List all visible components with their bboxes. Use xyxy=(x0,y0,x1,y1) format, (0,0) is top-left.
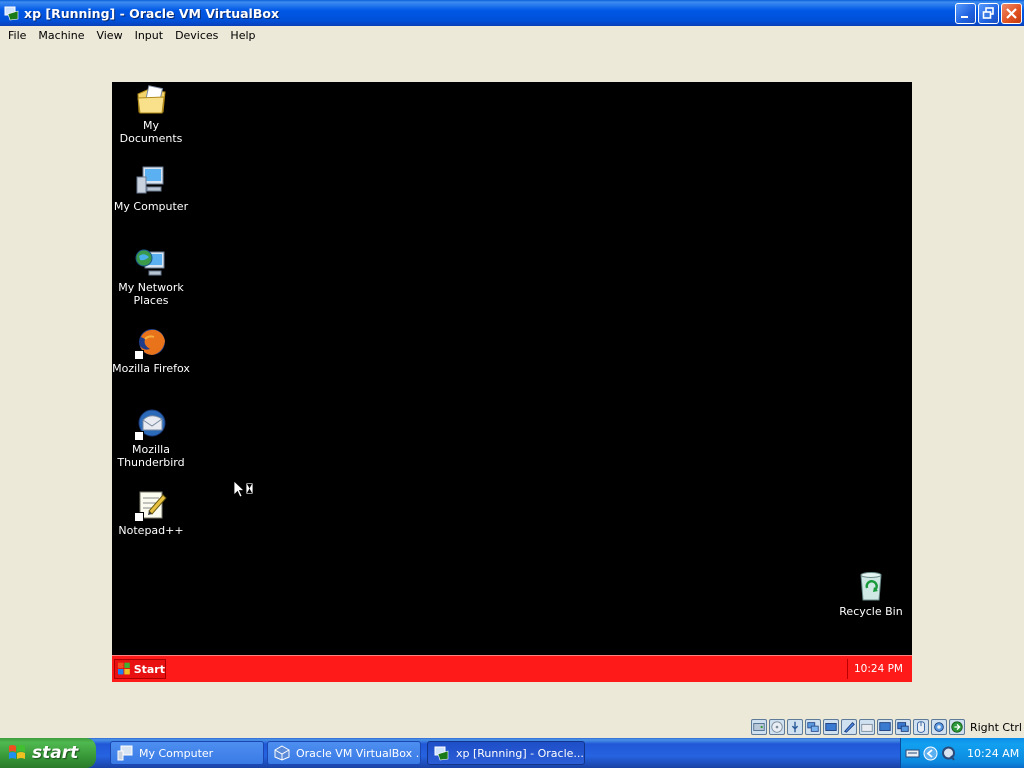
taskbar-button-virtualbox[interactable]: Oracle VM VirtualBox ... xyxy=(267,741,421,765)
guest-taskbar: Start 10:24 PM xyxy=(112,655,912,682)
taskbar-button-label: xp [Running] - Oracle... xyxy=(456,746,584,760)
taskbar-button-my-computer[interactable]: My Computer xyxy=(110,741,264,765)
minimize-button[interactable] xyxy=(955,3,976,24)
shortcut-arrow-icon xyxy=(134,350,144,360)
close-icon xyxy=(1006,8,1017,19)
window-titlebar[interactable]: xp [Running] - Oracle VM VirtualBox xyxy=(0,0,1024,26)
desktop-icon-my-network-places[interactable]: My Network Places xyxy=(112,246,190,307)
menu-bar: File Machine View Input Devices Help xyxy=(0,26,1024,46)
taskbar-button-label: Oracle VM VirtualBox ... xyxy=(296,746,421,760)
mouse-integration-icon[interactable] xyxy=(912,719,929,735)
guest-clock: 10:24 PM xyxy=(847,659,909,679)
windows-logo-icon xyxy=(118,662,130,675)
my-network-places-icon xyxy=(135,249,165,276)
desktop-icon-my-documents[interactable]: My Documents xyxy=(112,84,190,145)
hard-disk-icon[interactable] xyxy=(750,719,767,735)
windows-logo-icon xyxy=(9,745,25,759)
desktop-icon-recycle-bin[interactable]: Recycle Bin xyxy=(832,570,910,618)
recycle-bin-icon xyxy=(860,572,882,601)
virtualbox-vm-icon xyxy=(4,6,19,21)
display-icon[interactable] xyxy=(876,719,893,735)
minimize-icon xyxy=(961,16,968,18)
host-start-button[interactable]: start xyxy=(0,738,96,768)
guest-display[interactable]: My Documents My Computer My Network Plac… xyxy=(112,82,912,682)
vbox-status-bar: Right Ctrl xyxy=(750,716,1024,738)
desktop-icon-label: My Network Places xyxy=(118,281,184,307)
system-tray: 10:24 AM xyxy=(900,738,1024,768)
desktop-icon-notepad-plus-plus[interactable]: Notepad++ xyxy=(112,489,190,537)
host-taskbar: start My Computer Oracle VM VirtualBox .… xyxy=(0,738,1024,768)
desktop-icon-label: Mozilla Firefox xyxy=(112,362,190,375)
my-computer-icon xyxy=(117,745,133,761)
network-icon[interactable] xyxy=(822,719,839,735)
my-computer-icon xyxy=(136,166,164,194)
back-arrow-icon[interactable] xyxy=(923,746,938,761)
shared-folders-icon[interactable] xyxy=(804,719,821,735)
pencil-icon[interactable] xyxy=(840,719,857,735)
menu-file[interactable]: File xyxy=(2,26,32,46)
usb-icon[interactable] xyxy=(786,719,803,735)
virtualbox-icon xyxy=(274,745,290,761)
my-documents-icon xyxy=(137,85,166,114)
menu-input[interactable]: Input xyxy=(129,26,169,46)
desktop-icon-my-computer[interactable]: My Computer xyxy=(112,165,190,213)
busy-cursor-icon xyxy=(233,480,254,498)
desktop-icon-mozilla-thunderbird[interactable]: Mozilla Thunderbird xyxy=(112,408,190,469)
taskbar-button-xp-running[interactable]: xp [Running] - Oracle... xyxy=(427,741,585,765)
menu-view[interactable]: View xyxy=(90,26,128,46)
shortcut-arrow-icon xyxy=(134,512,144,522)
folder-icon[interactable] xyxy=(858,719,875,735)
display-capture-icon[interactable] xyxy=(894,719,911,735)
restore-icon xyxy=(982,7,994,19)
desktop-icon-label: My Documents xyxy=(119,119,183,145)
host-start-label: start xyxy=(32,743,79,763)
green-arrow-icon[interactable] xyxy=(948,719,965,735)
virtualbox-vm-icon xyxy=(434,746,449,761)
guest-start-label: Start xyxy=(133,662,165,676)
taskbar-button-label: My Computer xyxy=(139,746,214,760)
desktop-icon-label: Mozilla Thunderbird xyxy=(117,443,185,469)
host-clock: 10:24 AM xyxy=(967,746,1020,760)
quicktime-icon[interactable] xyxy=(941,746,956,761)
desktop-icon-label: Notepad++ xyxy=(118,524,184,537)
desktop-icon-mozilla-firefox[interactable]: Mozilla Firefox xyxy=(112,327,190,375)
optical-drive-icon[interactable] xyxy=(768,719,785,735)
keyboard-icon[interactable] xyxy=(905,746,920,761)
window-title: xp [Running] - Oracle VM VirtualBox xyxy=(24,5,280,21)
menu-machine[interactable]: Machine xyxy=(32,26,90,46)
desktop-icon-label: My Computer xyxy=(113,200,189,213)
menu-devices[interactable]: Devices xyxy=(169,26,224,46)
restore-button[interactable] xyxy=(978,3,999,24)
menu-help[interactable]: Help xyxy=(224,26,261,46)
guest-start-button[interactable]: Start xyxy=(114,659,166,679)
host-key-label: Right Ctrl xyxy=(969,720,1022,734)
close-button[interactable] xyxy=(1001,3,1022,24)
settings-icon[interactable] xyxy=(930,719,947,735)
desktop-icon-label: Recycle Bin xyxy=(839,605,903,618)
shortcut-arrow-icon xyxy=(134,431,144,441)
